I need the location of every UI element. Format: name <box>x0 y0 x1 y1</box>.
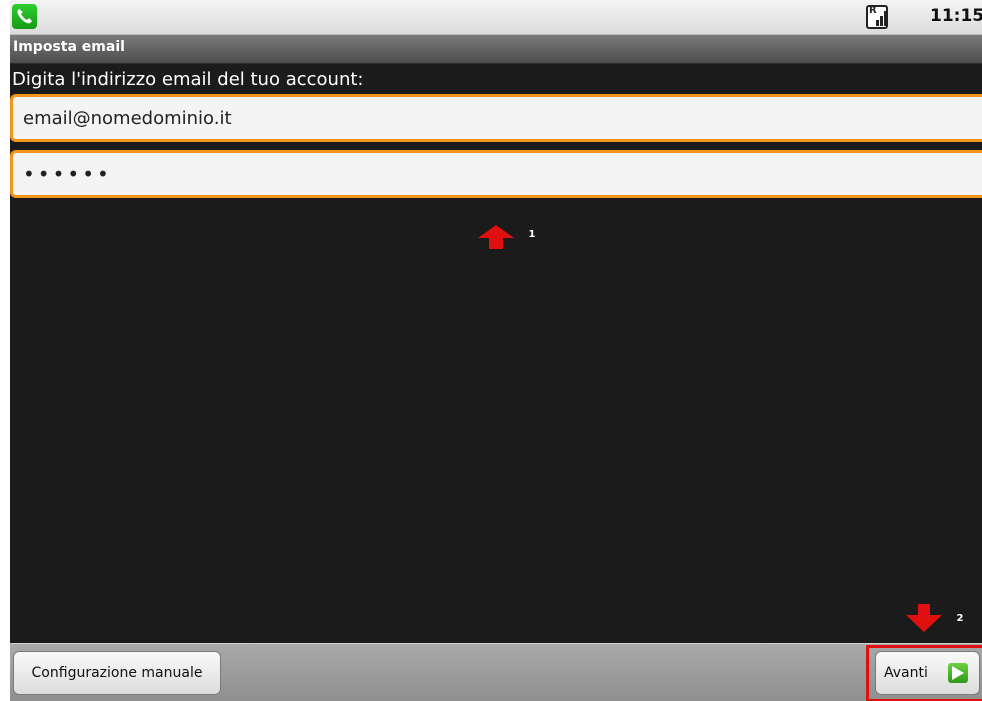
annotation-arrow-2: 2 <box>906 604 963 632</box>
email-setup-screen: R 11:15 Imposta email Digita l'indirizzo… <box>10 0 982 701</box>
status-bar: R 11:15 <box>10 0 982 35</box>
manual-setup-button[interactable]: Configurazione manuale <box>13 651 221 695</box>
arrow-right-icon <box>948 663 968 683</box>
next-button[interactable]: Avanti <box>875 651 980 695</box>
phone-icon <box>12 4 37 29</box>
annotation-arrow-1: 1 <box>478 225 535 249</box>
title-bar: Imposta email <box>10 35 982 64</box>
bottom-button-bar: Configurazione manuale Avanti <box>10 643 982 701</box>
status-clock: 11:15 <box>930 6 982 26</box>
page-title: Imposta email <box>13 39 125 55</box>
email-input[interactable] <box>10 94 982 142</box>
next-button-label: Avanti <box>884 665 928 681</box>
annotation-number-2: 2 <box>956 613 964 624</box>
signal-icon: R <box>866 5 888 29</box>
annotation-number-1: 1 <box>528 229 536 240</box>
email-prompt-label: Digita l'indirizzo email del tuo account… <box>12 69 364 90</box>
password-input[interactable] <box>10 150 982 198</box>
